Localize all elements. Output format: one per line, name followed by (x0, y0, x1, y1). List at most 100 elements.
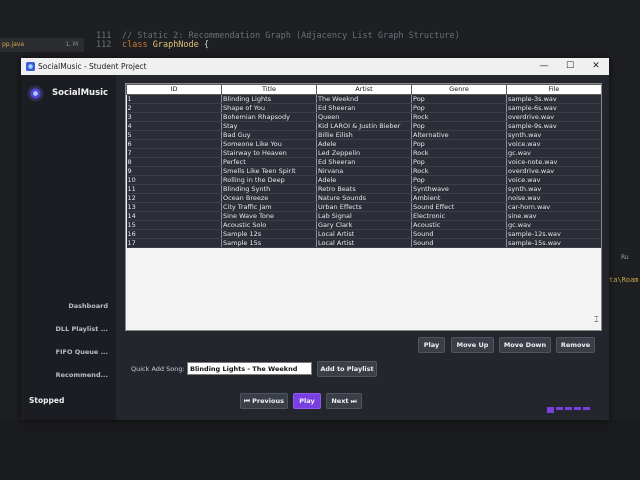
column-header-id[interactable]: ID (126, 84, 222, 95)
code-brace: { (198, 40, 210, 50)
cell-genre: Pop (411, 94, 507, 104)
cell-genre: Electronic (411, 211, 507, 221)
column-header-artist[interactable]: Artist (316, 84, 412, 95)
nav-dll-playlist[interactable]: DLL Playlist ... (56, 325, 108, 333)
cell-genre: Sound Effect (411, 202, 507, 212)
cell-file: gc.wav (506, 148, 601, 158)
cell-title: Sample 15s (221, 238, 317, 248)
cell-file: sample-12s.wav (506, 229, 601, 239)
move-up-button[interactable]: Move Up (451, 337, 494, 353)
nav-dashboard[interactable]: Dashboard (68, 302, 108, 310)
cell-genre: Sound (411, 238, 507, 248)
app-icon (26, 62, 35, 71)
table-row[interactable]: 11 Blinding Synth Retro Beats Synthwave synt… (126, 184, 601, 194)
cell-genre: Pop (411, 121, 507, 131)
table-body: 1 Blinding Lights The Weeknd Pop sample-3s.w… (126, 94, 601, 248)
cell-file: voice.wav (506, 175, 601, 185)
cell-id: 3 (126, 112, 222, 122)
table-row[interactable]: 14 Sine Wave Tone Lab Signal Electronic sine… (126, 211, 601, 221)
song-table-frame[interactable]: ID Title Artist Genre File 1 Blinding Lig… (125, 83, 602, 331)
table-row[interactable]: 16 Sample 12s Local Artist Sound sample-12s.… (126, 229, 601, 239)
ide-editor-background: pp.java 1, M 111// Static 2: Recommendat… (0, 0, 640, 58)
cell-genre: Rock (411, 148, 507, 158)
table-row[interactable]: 1 Blinding Lights The Weeknd Pop sample-3s.w… (126, 94, 601, 104)
cell-artist: Adele (316, 139, 412, 149)
cell-id: 4 (126, 121, 222, 131)
previous-button[interactable]: ⏮ Previous (240, 393, 288, 409)
cell-file: overdrive.wav (506, 112, 601, 122)
ide-code: 111// Static 2: Recommendation Graph (Ad… (96, 32, 460, 50)
table-row[interactable]: 3 Bohemian Rhapsody Queen Rock overdrive.wav (126, 112, 601, 122)
app-window: SocialMusic - Student Project — ☐ ✕ Soci… (21, 58, 609, 420)
cell-title: Ocean Breeze (221, 193, 317, 203)
table-row[interactable]: 17 Sample 15s Local Artist Sound sample-15s.… (126, 238, 601, 248)
cell-title: Rolling in the Deep (221, 175, 317, 185)
code-keyword: class (122, 40, 148, 50)
nav-fifo-queue[interactable]: FIFO Queue ... (56, 348, 108, 356)
cell-file: voice.wav (506, 139, 601, 149)
cell-file: noise.wav (506, 193, 601, 203)
cell-id: 1 (126, 94, 222, 104)
cell-artist: Ed Sheeran (316, 157, 412, 167)
table-row[interactable]: 8 Perfect Ed Sheeran Pop voice-note.wav (126, 157, 601, 167)
cell-artist: Kid LAROI & Justin Bieber (316, 121, 412, 131)
table-row[interactable]: 2 Shape of You Ed Sheeran Pop sample-6s.wav (126, 103, 601, 113)
cell-id: 13 (126, 202, 222, 212)
cell-artist: Queen (316, 112, 412, 122)
ide-tab-filename: pp.java (2, 41, 25, 48)
table-row[interactable]: 7 Stairway to Heaven Led Zeppelin Rock gc.wa… (126, 148, 601, 158)
cell-title: Blinding Synth (221, 184, 317, 194)
ide-file-tab[interactable]: pp.java 1, M (0, 38, 84, 52)
brand-name: SocialMusic (52, 88, 109, 98)
cell-title: Sample 12s (221, 229, 317, 239)
window-titlebar[interactable]: SocialMusic - Student Project — ☐ ✕ (21, 58, 609, 75)
cell-file: car-horn.wav (506, 202, 601, 212)
cell-file: sample-9s.wav (506, 121, 601, 131)
close-button[interactable]: ✕ (583, 58, 609, 75)
table-row[interactable]: 15 Acoustic Solo Gary Clark Acoustic gc.wav (126, 220, 601, 230)
cell-artist: Nirvana (316, 166, 412, 176)
cell-genre: Rock (411, 112, 507, 122)
next-button[interactable]: Next ⏭ (326, 393, 362, 409)
column-header-title[interactable]: Title (221, 84, 317, 95)
column-header-file[interactable]: File (506, 84, 601, 95)
cell-artist: Nature Sounds (316, 193, 412, 203)
cell-artist: Urban Effects (316, 202, 412, 212)
column-header-genre[interactable]: Genre (411, 84, 507, 95)
ide-terminal-text: ta\Roam (609, 276, 639, 284)
cell-id: 12 (126, 193, 222, 203)
table-row[interactable]: 10 Rolling in the Deep Adele Pop voice.wav (126, 175, 601, 185)
cell-artist: Gary Clark (316, 220, 412, 230)
cell-title: Acoustic Solo (221, 220, 317, 230)
cell-artist: Retro Beats (316, 184, 412, 194)
table-header-row: ID Title Artist Genre File (126, 84, 601, 95)
cell-title: Shape of You (221, 103, 317, 113)
cell-title: Sine Wave Tone (221, 211, 317, 221)
quick-add-input[interactable] (187, 362, 312, 375)
cell-id: 14 (126, 211, 222, 221)
cell-id: 2 (126, 103, 222, 113)
add-to-playlist-button[interactable]: Add to Playlist (317, 361, 377, 377)
table-row[interactable]: 12 Ocean Breeze Nature Sounds Ambient noise.… (126, 193, 601, 203)
cell-file: sample-15s.wav (506, 238, 601, 248)
table-row[interactable]: 4 Stay Kid LAROI & Justin Bieber Pop sample-… (126, 121, 601, 131)
maximize-button[interactable]: ☐ (557, 58, 583, 75)
table-row[interactable]: 13 City Traffic Jam Urban Effects Sound Eff… (126, 202, 601, 212)
remove-button[interactable]: Remove (556, 337, 595, 353)
play-button[interactable]: Play (293, 393, 321, 409)
table-row[interactable]: 5 Bad Guy Billie Eilish Alternative synth.wa… (126, 130, 601, 140)
minimize-button[interactable]: — (531, 58, 557, 75)
table-row[interactable]: 6 Someone Like You Adele Pop voice.wav (126, 139, 601, 149)
table-row[interactable]: 9 Smells Like Teen Spirit Nirvana Rock overd… (126, 166, 601, 176)
cell-file: sine.wav (506, 211, 601, 221)
cell-file: gc.wav (506, 220, 601, 230)
music-logo-icon (27, 85, 44, 102)
cell-artist: The Weeknd (316, 94, 412, 104)
cell-genre: Sound (411, 229, 507, 239)
cell-artist: Local Artist (316, 229, 412, 239)
move-down-button[interactable]: Move Down (499, 337, 551, 353)
play-selected-button[interactable]: Play (418, 337, 445, 353)
cell-artist: Local Artist (316, 238, 412, 248)
cell-genre: Acoustic (411, 220, 507, 230)
nav-recommend[interactable]: Recommend... (56, 371, 108, 379)
